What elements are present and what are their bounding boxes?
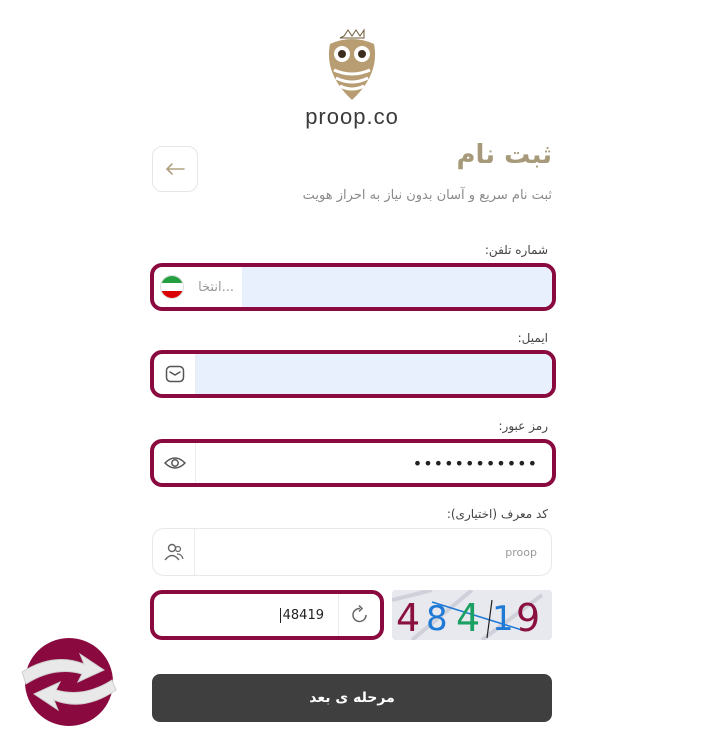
phone-field: انتخا... [150,263,556,311]
captcha-input[interactable]: 48419 [154,594,338,636]
svg-text:4: 4 [456,596,480,640]
refresh-captcha-button[interactable] [338,594,380,636]
envelope-icon [154,354,196,394]
captcha-field: 48419 [150,590,384,640]
page-title: ثبت نام [456,140,552,170]
brand-name: proop.co [305,104,399,129]
phone-label: شماره تلفن: [484,243,548,257]
refresh-icon [351,604,367,623]
sync-badge-icon [14,632,124,732]
referral-field: proop [152,528,552,576]
svg-text:1: 1 [492,599,514,639]
email-label: ایمیل: [517,331,548,345]
phone-input[interactable] [242,267,552,307]
password-input[interactable]: •••••••••••• [196,443,552,483]
password-label: رمز عبور: [498,419,548,433]
country-code-select[interactable]: انتخا... [154,267,242,307]
email-input[interactable] [196,354,552,394]
svg-text:8: 8 [426,599,448,639]
next-step-button[interactable]: مرحله ی بعد [152,674,552,722]
referral-label: کد معرف (اختیاری): [446,507,548,521]
page-subtitle: ثبت نام سریع و آسان بدون نیاز به احراز ه… [302,188,552,203]
eye-icon[interactable] [154,443,196,483]
password-field: •••••••••••• [150,439,556,487]
referral-input[interactable]: proop [195,529,551,575]
email-field [150,350,556,398]
back-button[interactable] [152,146,198,192]
users-icon [153,529,195,575]
captcha-image: 4 8 4 1 9 [392,590,552,640]
iran-flag-icon [160,275,184,299]
arrow-left-icon [165,163,185,175]
svg-text:4: 4 [396,596,420,640]
svg-text:9: 9 [516,596,540,640]
country-select-placeholder: انتخا... [198,279,234,295]
